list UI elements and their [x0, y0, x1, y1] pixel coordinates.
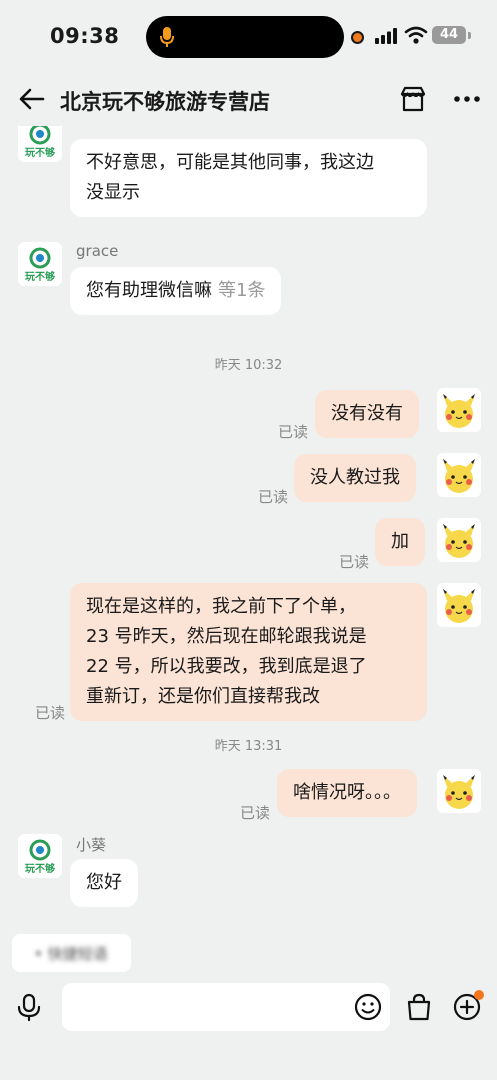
- shop-avatar[interactable]: 玩不够: [18, 834, 62, 878]
- message-input[interactable]: [62, 983, 390, 1031]
- message-text: 您有助理微信嘛: [86, 280, 212, 301]
- pikachu-avatar-icon: [443, 524, 475, 558]
- message-text: 23 号昨天，然后现在邮轮跟我说是: [86, 626, 367, 647]
- shop-title[interactable]: 北京玩不够旅游专营店: [60, 86, 270, 116]
- recording-dot-icon: [351, 31, 364, 44]
- input-bar: [0, 980, 497, 1080]
- message-bubble[interactable]: 您有助理微信嘛 等1条: [70, 267, 282, 315]
- message-text: 没显示: [86, 182, 140, 203]
- message-bubble[interactable]: 现在是这样的，我之前下了个单， 23 号昨天，然后现在邮轮跟我说是 22 号，所…: [70, 583, 427, 721]
- message-bubble[interactable]: 啥情况呀。。。: [277, 769, 417, 817]
- shop-logo-icon: 玩不够: [25, 247, 55, 283]
- message-text: 没人教过我: [310, 467, 400, 488]
- message-text: 您好: [86, 872, 122, 893]
- message-text: 重新订，还是你们直接帮我改: [86, 686, 320, 707]
- pikachu-avatar-icon: [443, 775, 475, 809]
- arrow-left-icon[interactable]: [18, 85, 46, 113]
- timestamp: 昨天 13:31: [214, 739, 283, 754]
- sender-name: 小葵: [76, 836, 107, 854]
- pikachu-avatar-icon: [443, 394, 475, 428]
- message-bubble[interactable]: 不好意思，可能是其他同事，我这边 没显示: [70, 139, 427, 217]
- message-text: 22 号，所以我要改，我到底是退了: [86, 656, 367, 677]
- shop-logo-icon: 玩不够: [25, 126, 55, 159]
- message-bubble[interactable]: 没人教过我: [294, 454, 416, 502]
- svg-text:玩不够: 玩不够: [25, 862, 55, 875]
- read-status: 已读: [339, 553, 370, 571]
- chat-header: 北京玩不够旅游专营店: [0, 72, 497, 126]
- quick-reply-text: • 快捷短语: [34, 945, 108, 963]
- read-status: 已读: [258, 488, 289, 506]
- message-bubble[interactable]: 没有没有: [315, 390, 419, 438]
- wifi-icon: [404, 26, 428, 44]
- svg-text:玩不够: 玩不够: [25, 270, 55, 283]
- quick-reply-chip[interactable]: • 快捷短语: [12, 934, 131, 972]
- battery-indicator: 44: [432, 26, 466, 44]
- emoji-icon[interactable]: [353, 992, 383, 1022]
- status-bar: 09:38 44: [0, 0, 497, 70]
- battery-nub: [468, 32, 471, 39]
- more-dots-icon[interactable]: [452, 84, 482, 114]
- more-count-link[interactable]: 等1条: [218, 280, 265, 301]
- shop-logo-icon: 玩不够: [25, 839, 55, 875]
- message-bubble[interactable]: 您好: [70, 859, 138, 907]
- dynamic-island: [146, 16, 344, 58]
- microphone-icon[interactable]: [14, 992, 44, 1022]
- read-status: 已读: [278, 423, 309, 441]
- shop-avatar[interactable]: 玩不够: [18, 242, 62, 286]
- read-status: 已读: [35, 704, 66, 722]
- user-avatar[interactable]: [437, 583, 481, 627]
- sender-name: grace: [76, 242, 119, 260]
- cellular-signal-icon: [375, 28, 397, 44]
- microphone-indicator-icon: [160, 27, 174, 47]
- timestamp: 昨天 10:32: [214, 358, 283, 373]
- shop-avatar[interactable]: 玩不够: [18, 126, 62, 162]
- pikachu-avatar-icon: [443, 589, 475, 623]
- message-text: 现在是这样的，我之前下了个单，: [86, 596, 356, 617]
- user-avatar[interactable]: [437, 453, 481, 497]
- chat-message-list[interactable]: 玩不够 不好意思，可能是其他同事，我这边 没显示 玩不够 grace 您有助理微…: [0, 126, 497, 938]
- message-text: 不好意思，可能是其他同事，我这边: [86, 152, 374, 173]
- user-avatar[interactable]: [437, 388, 481, 432]
- read-status: 已读: [240, 804, 271, 822]
- user-avatar[interactable]: [437, 769, 481, 813]
- user-avatar[interactable]: [437, 518, 481, 562]
- message-text: 加: [391, 531, 409, 552]
- svg-text:玩不够: 玩不够: [25, 146, 55, 159]
- message-text: 啥情况呀。。。: [293, 782, 401, 803]
- status-time: 09:38: [50, 24, 120, 48]
- shopping-bag-icon[interactable]: [404, 992, 434, 1022]
- store-icon[interactable]: [398, 84, 428, 114]
- notification-dot: [474, 990, 484, 1000]
- message-bubble[interactable]: 加: [375, 518, 425, 566]
- message-text: 没有没有: [331, 403, 403, 424]
- pikachu-avatar-icon: [443, 459, 475, 493]
